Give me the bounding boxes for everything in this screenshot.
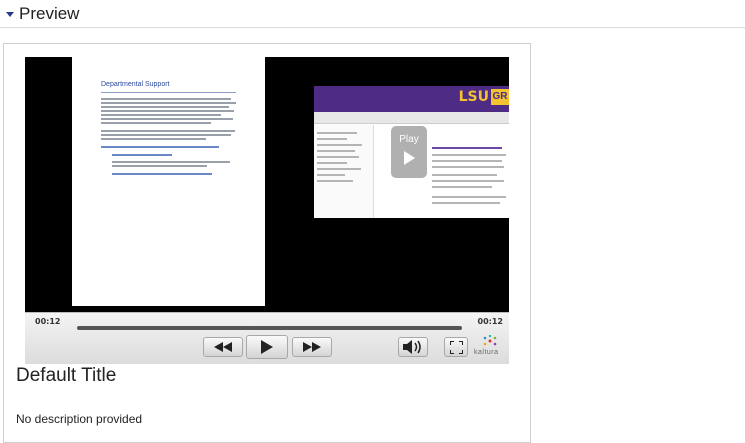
play-overlay-button[interactable]: Play	[391, 126, 427, 178]
document-rule	[101, 92, 236, 93]
site-logo: LSU	[458, 89, 489, 105]
text-line	[432, 196, 506, 198]
text-line	[432, 160, 502, 162]
text-line	[432, 166, 504, 168]
text-line	[101, 102, 236, 104]
fullscreen-button[interactable]	[444, 337, 468, 357]
entry-title: Default Title	[16, 365, 117, 386]
site-logo-tag: GR	[491, 89, 509, 105]
rewind-icon	[214, 342, 232, 352]
play-icon	[261, 340, 273, 354]
text-line	[101, 114, 221, 116]
fast-forward-button[interactable]	[292, 337, 332, 357]
text-line	[432, 186, 492, 188]
text-line	[317, 174, 345, 176]
speaker-icon	[403, 340, 421, 354]
text-line	[101, 118, 233, 120]
link-line	[112, 173, 212, 175]
link-line	[112, 154, 172, 156]
site-toolbar	[314, 112, 509, 124]
text-line	[317, 168, 361, 170]
text-line	[112, 165, 207, 167]
volume-button[interactable]	[398, 337, 428, 357]
text-line	[101, 130, 235, 132]
text-line	[317, 144, 362, 146]
text-line	[317, 150, 355, 152]
video-frame-document: Departmental Support	[72, 57, 265, 306]
play-button[interactable]	[246, 335, 288, 359]
player-control-bar: 00:12 00:12 kaltura	[25, 312, 509, 364]
play-icon	[404, 151, 415, 165]
current-time: 00:12	[35, 317, 61, 326]
entry-description: No description provided	[16, 412, 143, 426]
caret-down-icon[interactable]	[6, 12, 14, 17]
fast-forward-icon	[303, 342, 321, 352]
text-line	[101, 134, 231, 136]
text-line	[432, 147, 502, 149]
kaltura-logo[interactable]: kaltura	[474, 335, 504, 361]
scrubber-track[interactable]	[77, 326, 462, 330]
duration-time: 00:12	[477, 317, 503, 326]
text-line	[101, 98, 231, 100]
kaltura-wordmark: kaltura	[474, 349, 499, 356]
text-line	[432, 174, 497, 176]
text-line	[317, 156, 359, 158]
document-heading: Departmental Support	[101, 81, 170, 88]
text-line	[112, 161, 230, 163]
link-line	[101, 146, 219, 148]
preview-section-header[interactable]: Preview	[0, 0, 745, 28]
text-line	[432, 202, 500, 204]
text-line	[317, 162, 347, 164]
text-line	[432, 154, 506, 156]
play-overlay-label: Play	[399, 134, 419, 145]
text-line	[317, 180, 353, 182]
text-line	[101, 110, 234, 112]
rewind-button[interactable]	[203, 337, 243, 357]
kaltura-burst-icon	[483, 335, 497, 346]
text-line	[101, 122, 211, 124]
text-line	[101, 106, 229, 108]
text-line	[317, 138, 347, 140]
fullscreen-icon	[449, 340, 463, 354]
text-line	[317, 132, 357, 134]
text-line	[432, 180, 504, 182]
text-line	[101, 138, 206, 140]
section-title: Preview	[19, 3, 80, 23]
